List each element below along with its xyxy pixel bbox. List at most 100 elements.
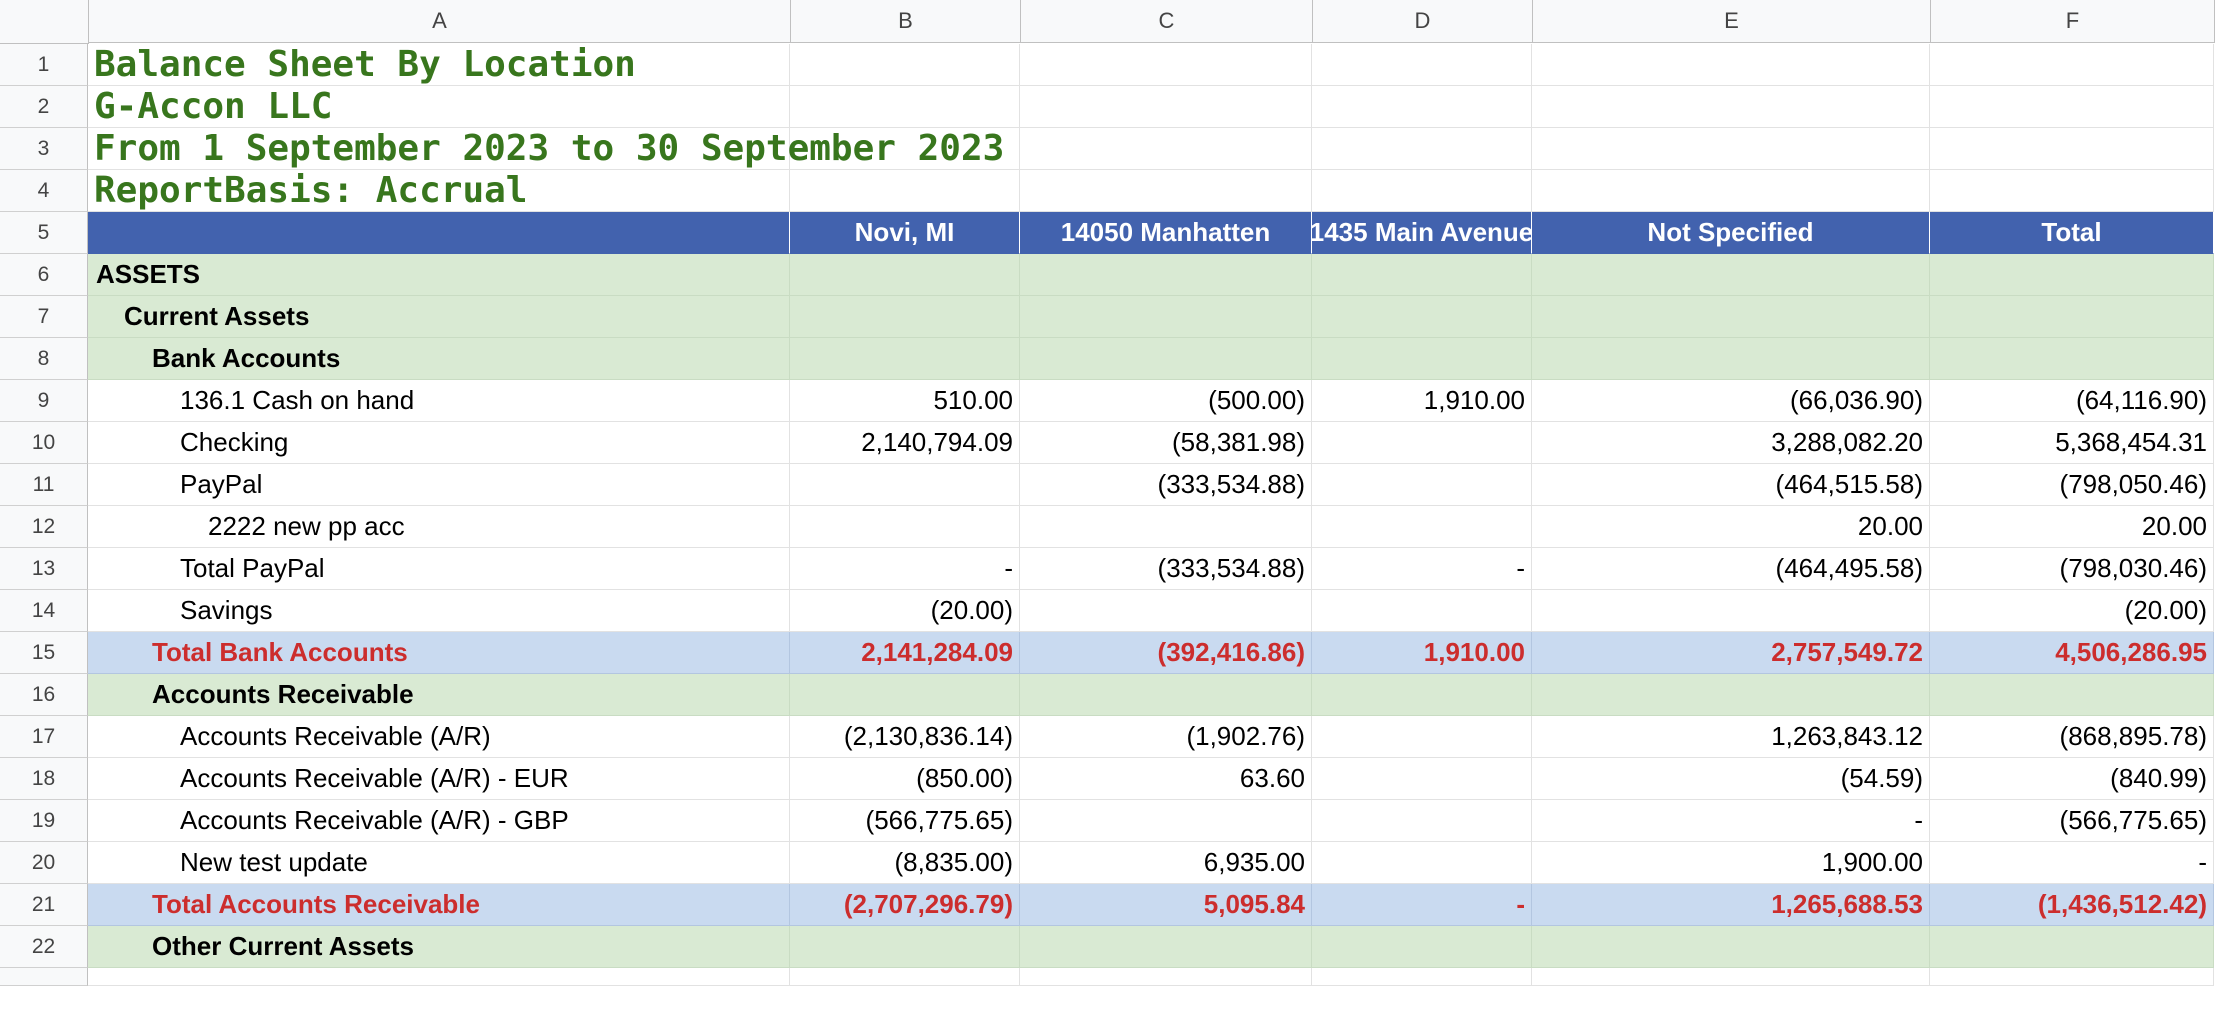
cell-d[interactable] <box>1312 800 1532 842</box>
cell-d[interactable]: - <box>1312 548 1532 590</box>
cell-c[interactable]: (500.00) <box>1020 380 1312 422</box>
cell-b[interactable]: 2,141,284.09 <box>790 632 1020 674</box>
cell-d[interactable] <box>1312 422 1532 464</box>
cell-a[interactable]: Total Bank Accounts <box>88 632 790 674</box>
cell-c[interactable]: 14050 Manhatten <box>1020 212 1312 254</box>
cell-c[interactable]: (58,381.98) <box>1020 422 1312 464</box>
cell-e[interactable] <box>1532 926 1930 968</box>
row-header[interactable]: 9 <box>0 380 88 422</box>
cell-e[interactable]: (464,515.58) <box>1532 464 1930 506</box>
cell-e[interactable]: 1,265,688.53 <box>1532 884 1930 926</box>
cell-b[interactable]: (20.00) <box>790 590 1020 632</box>
cell-c[interactable] <box>1020 674 1312 716</box>
cell-d[interactable] <box>1312 338 1532 380</box>
row-header[interactable]: 5 <box>0 212 88 254</box>
row-header[interactable]: 6 <box>0 254 88 296</box>
cell[interactable] <box>1020 968 1312 986</box>
cell-a[interactable]: Current Assets <box>88 296 790 338</box>
cell-c[interactable]: (333,534.88) <box>1020 548 1312 590</box>
cell-c[interactable] <box>1020 128 1312 170</box>
row-header[interactable]: 15 <box>0 632 88 674</box>
cell-d[interactable] <box>1312 296 1532 338</box>
row-header[interactable]: 19 <box>0 800 88 842</box>
cell-e[interactable]: 3,288,082.20 <box>1532 422 1930 464</box>
row-header-23[interactable] <box>0 968 88 986</box>
cell-e[interactable]: 1,263,843.12 <box>1532 716 1930 758</box>
cell-b[interactable] <box>790 254 1020 296</box>
cell-f[interactable] <box>1930 254 2214 296</box>
cell[interactable] <box>790 968 1020 986</box>
cell-c[interactable]: (1,902.76) <box>1020 716 1312 758</box>
row-header[interactable]: 22 <box>0 926 88 968</box>
cell-d[interactable] <box>1312 590 1532 632</box>
cell-d[interactable] <box>1312 716 1532 758</box>
cell-f[interactable] <box>1930 674 2214 716</box>
cell-b[interactable]: (2,130,836.14) <box>790 716 1020 758</box>
column-header-b[interactable]: B <box>791 0 1021 43</box>
cell-c[interactable] <box>1020 44 1312 86</box>
cell-e[interactable]: (66,036.90) <box>1532 380 1930 422</box>
row-header[interactable]: 20 <box>0 842 88 884</box>
cell-b[interactable]: - <box>790 548 1020 590</box>
cell-a[interactable]: Bank Accounts <box>88 338 790 380</box>
cell-f[interactable]: Total <box>1930 212 2214 254</box>
cell-f[interactable]: (566,775.65) <box>1930 800 2214 842</box>
cell-a[interactable]: 2222 new pp acc <box>88 506 790 548</box>
cell-c[interactable]: 6,935.00 <box>1020 842 1312 884</box>
row-header[interactable]: 16 <box>0 674 88 716</box>
cell-c[interactable] <box>1020 506 1312 548</box>
cell-a[interactable]: Balance Sheet By Location <box>88 44 790 86</box>
cell-a[interactable]: New test update <box>88 842 790 884</box>
row-header[interactable]: 10 <box>0 422 88 464</box>
cell-f[interactable] <box>1930 86 2214 128</box>
select-all-corner[interactable] <box>0 0 89 44</box>
cell-e[interactable] <box>1532 128 1930 170</box>
cell-b[interactable]: Novi, MI <box>790 212 1020 254</box>
cell-b[interactable] <box>790 86 1020 128</box>
cell[interactable] <box>1532 968 1930 986</box>
cell-c[interactable] <box>1020 254 1312 296</box>
cell-e[interactable]: 1,900.00 <box>1532 842 1930 884</box>
cell-d[interactable]: 1435 Main Avenue <box>1312 212 1532 254</box>
cell-f[interactable] <box>1930 170 2214 212</box>
cell-c[interactable]: (333,534.88) <box>1020 464 1312 506</box>
cell-d[interactable] <box>1312 170 1532 212</box>
cell-f[interactable] <box>1930 44 2214 86</box>
cell-a[interactable]: Accounts Receivable <box>88 674 790 716</box>
cell-e[interactable] <box>1532 254 1930 296</box>
row-header[interactable]: 8 <box>0 338 88 380</box>
row-header[interactable]: 7 <box>0 296 88 338</box>
cell-b[interactable]: (850.00) <box>790 758 1020 800</box>
row-header[interactable]: 3 <box>0 128 88 170</box>
cell-d[interactable] <box>1312 464 1532 506</box>
column-header-f[interactable]: F <box>1931 0 2215 43</box>
cell-e[interactable] <box>1532 86 1930 128</box>
cell-b[interactable] <box>790 128 1020 170</box>
row-header[interactable]: 12 <box>0 506 88 548</box>
cell-c[interactable]: 5,095.84 <box>1020 884 1312 926</box>
cell-b[interactable] <box>790 338 1020 380</box>
cell-e[interactable] <box>1532 590 1930 632</box>
cell-e[interactable] <box>1532 674 1930 716</box>
cell-b[interactable] <box>790 296 1020 338</box>
cell-a[interactable]: From 1 September 2023 to 30 September 20… <box>88 128 1004 170</box>
cell-c[interactable] <box>1020 296 1312 338</box>
cell-f[interactable]: (798,030.46) <box>1930 548 2214 590</box>
cell-e[interactable] <box>1532 338 1930 380</box>
cell-f[interactable]: (64,116.90) <box>1930 380 2214 422</box>
cell-f[interactable]: 5,368,454.31 <box>1930 422 2214 464</box>
cell-a[interactable]: Other Current Assets <box>88 926 790 968</box>
cell-e[interactable]: 20.00 <box>1532 506 1930 548</box>
row-header[interactable]: 17 <box>0 716 88 758</box>
cell-c[interactable] <box>1020 926 1312 968</box>
cell-e[interactable]: (464,495.58) <box>1532 548 1930 590</box>
cell-f[interactable]: (798,050.46) <box>1930 464 2214 506</box>
row-header[interactable]: 14 <box>0 590 88 632</box>
cell-d[interactable] <box>1312 758 1532 800</box>
row-header[interactable]: 2 <box>0 86 88 128</box>
cell-c[interactable] <box>1020 590 1312 632</box>
cell-a[interactable]: Savings <box>88 590 790 632</box>
row-header[interactable]: 21 <box>0 884 88 926</box>
cell-b[interactable] <box>790 926 1020 968</box>
cell-b[interactable] <box>790 506 1020 548</box>
